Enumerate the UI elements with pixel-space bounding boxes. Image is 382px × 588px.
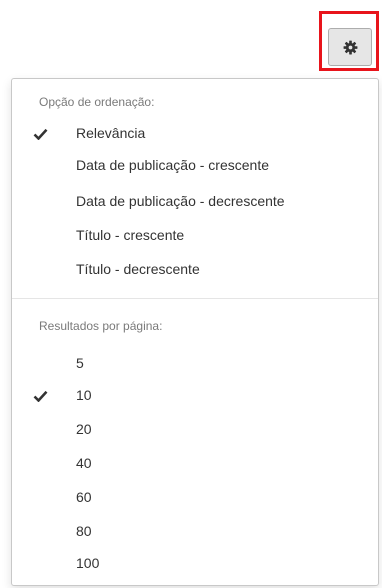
sort-option-title-desc[interactable]: Título - decrescente [12,255,378,285]
sort-option-label: Relevância [76,125,146,141]
per-page-option-80[interactable]: 80 [12,517,378,547]
sort-option-label: Data de publicação - crescente [76,157,269,173]
sort-options-header: Opção de ordenação: [39,95,155,109]
gear-icon [343,40,358,55]
per-page-option-label: 40 [76,455,92,471]
menu-divider [12,298,378,299]
per-page-option-label: 5 [76,355,84,371]
per-page-option-10[interactable]: 10 [12,381,378,411]
per-page-option-label: 100 [76,555,100,571]
sort-option-date-desc[interactable]: Data de publicação - decrescente [12,187,378,217]
sort-option-label: Título - crescente [76,227,185,243]
per-page-option-label: 60 [76,489,92,505]
settings-button[interactable] [328,28,372,66]
per-page-option-100[interactable]: 100 [12,549,378,579]
per-page-option-20[interactable]: 20 [12,415,378,445]
per-page-option-label: 20 [76,421,92,437]
per-page-option-60[interactable]: 60 [12,483,378,513]
per-page-option-5[interactable]: 5 [12,349,378,379]
per-page-option-40[interactable]: 40 [12,449,378,479]
search-settings-ui: Opção de ordenação: Relevância Data de p… [0,0,382,588]
per-page-option-label: 10 [76,387,92,403]
sort-option-label: Título - decrescente [76,261,200,277]
per-page-header: Resultados por página: [39,319,163,333]
checkmark-icon [33,390,48,402]
sort-option-date-asc[interactable]: Data de publicação - crescente [12,151,378,181]
settings-dropdown-menu: Opção de ordenação: Relevância Data de p… [11,78,379,586]
per-page-option-label: 80 [76,523,92,539]
sort-option-title-asc[interactable]: Título - crescente [12,221,378,251]
sort-option-label: Data de publicação - decrescente [76,193,285,209]
checkmark-icon [33,128,48,140]
sort-option-relevance[interactable]: Relevância [12,119,378,149]
